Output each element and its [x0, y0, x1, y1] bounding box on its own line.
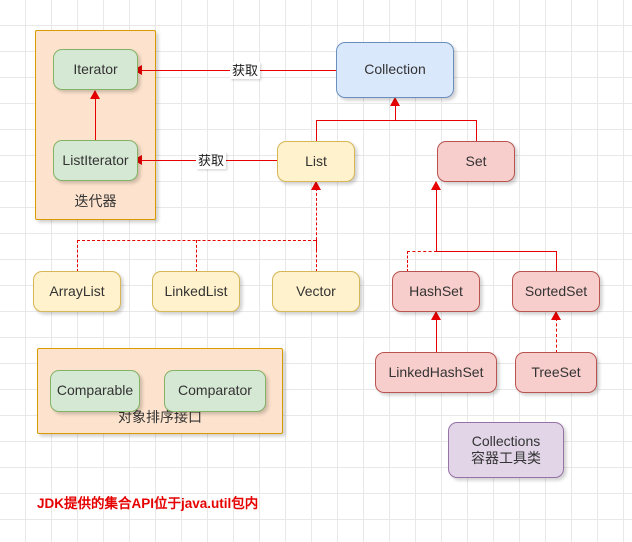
edge-treeset-to-sortedset — [556, 318, 557, 353]
edge-collection-stem — [395, 105, 396, 121]
arrowhead-linkedhashset-to-hashset — [431, 311, 441, 320]
node-comparable[interactable]: Comparable — [50, 370, 140, 412]
edge-hashset-riser — [407, 251, 408, 272]
node-linkedlist[interactable]: LinkedList — [152, 271, 240, 312]
edge-set-impl-stem — [436, 188, 437, 252]
node-list[interactable]: List — [277, 141, 355, 182]
node-linkedhashset[interactable]: LinkedHashSet — [375, 352, 497, 393]
node-arraylist[interactable]: ArrayList — [33, 271, 121, 312]
edge-list-riser — [316, 120, 317, 142]
edge-sortedset-riser — [556, 251, 557, 272]
group-iterator-label: 迭代器 — [74, 193, 117, 209]
node-vector[interactable]: Vector — [272, 271, 360, 312]
edge-listiterator-to-iterator — [95, 97, 96, 141]
edge-linkedhashset-to-hashset — [436, 318, 437, 353]
edge-label-list-to-listiterator: 获取 — [196, 152, 227, 169]
edge-label-collection-to-iterator: 获取 — [230, 62, 261, 79]
edge-linkedlist-riser — [196, 240, 197, 272]
arrowhead-to-set — [431, 181, 441, 190]
arrowhead-to-list — [311, 181, 321, 190]
node-sortedset[interactable]: SortedSet — [512, 271, 600, 312]
diagram-canvas: 迭代器 对象排序接口 获取 获取 Iterator ListIterator C… — [0, 0, 632, 542]
edge-vector-riser — [316, 240, 317, 272]
footnote-jdk-package: JDK提供的集合API位于java.util包内 — [37, 496, 259, 511]
edge-set-riser — [476, 120, 477, 142]
edge-arraylist-riser — [77, 240, 78, 272]
node-treeset[interactable]: TreeSet — [515, 352, 597, 393]
arrowhead-treeset-to-sortedset — [551, 311, 561, 320]
edge-sortedset-bar — [436, 251, 556, 252]
node-collections[interactable]: Collections 容器工具类 — [448, 422, 564, 478]
edge-collection-children-bar — [316, 120, 476, 121]
node-iterator[interactable]: Iterator — [53, 49, 138, 90]
arrowhead-listiterator-to-iterator — [90, 90, 100, 99]
node-hashset[interactable]: HashSet — [392, 271, 480, 312]
node-set[interactable]: Set — [437, 141, 515, 182]
node-collection[interactable]: Collection — [336, 42, 454, 98]
edge-hashset-bar — [407, 251, 437, 252]
node-listiterator[interactable]: ListIterator — [53, 140, 138, 181]
arrowhead-to-collection — [390, 97, 400, 106]
node-comparator[interactable]: Comparator — [164, 370, 266, 412]
